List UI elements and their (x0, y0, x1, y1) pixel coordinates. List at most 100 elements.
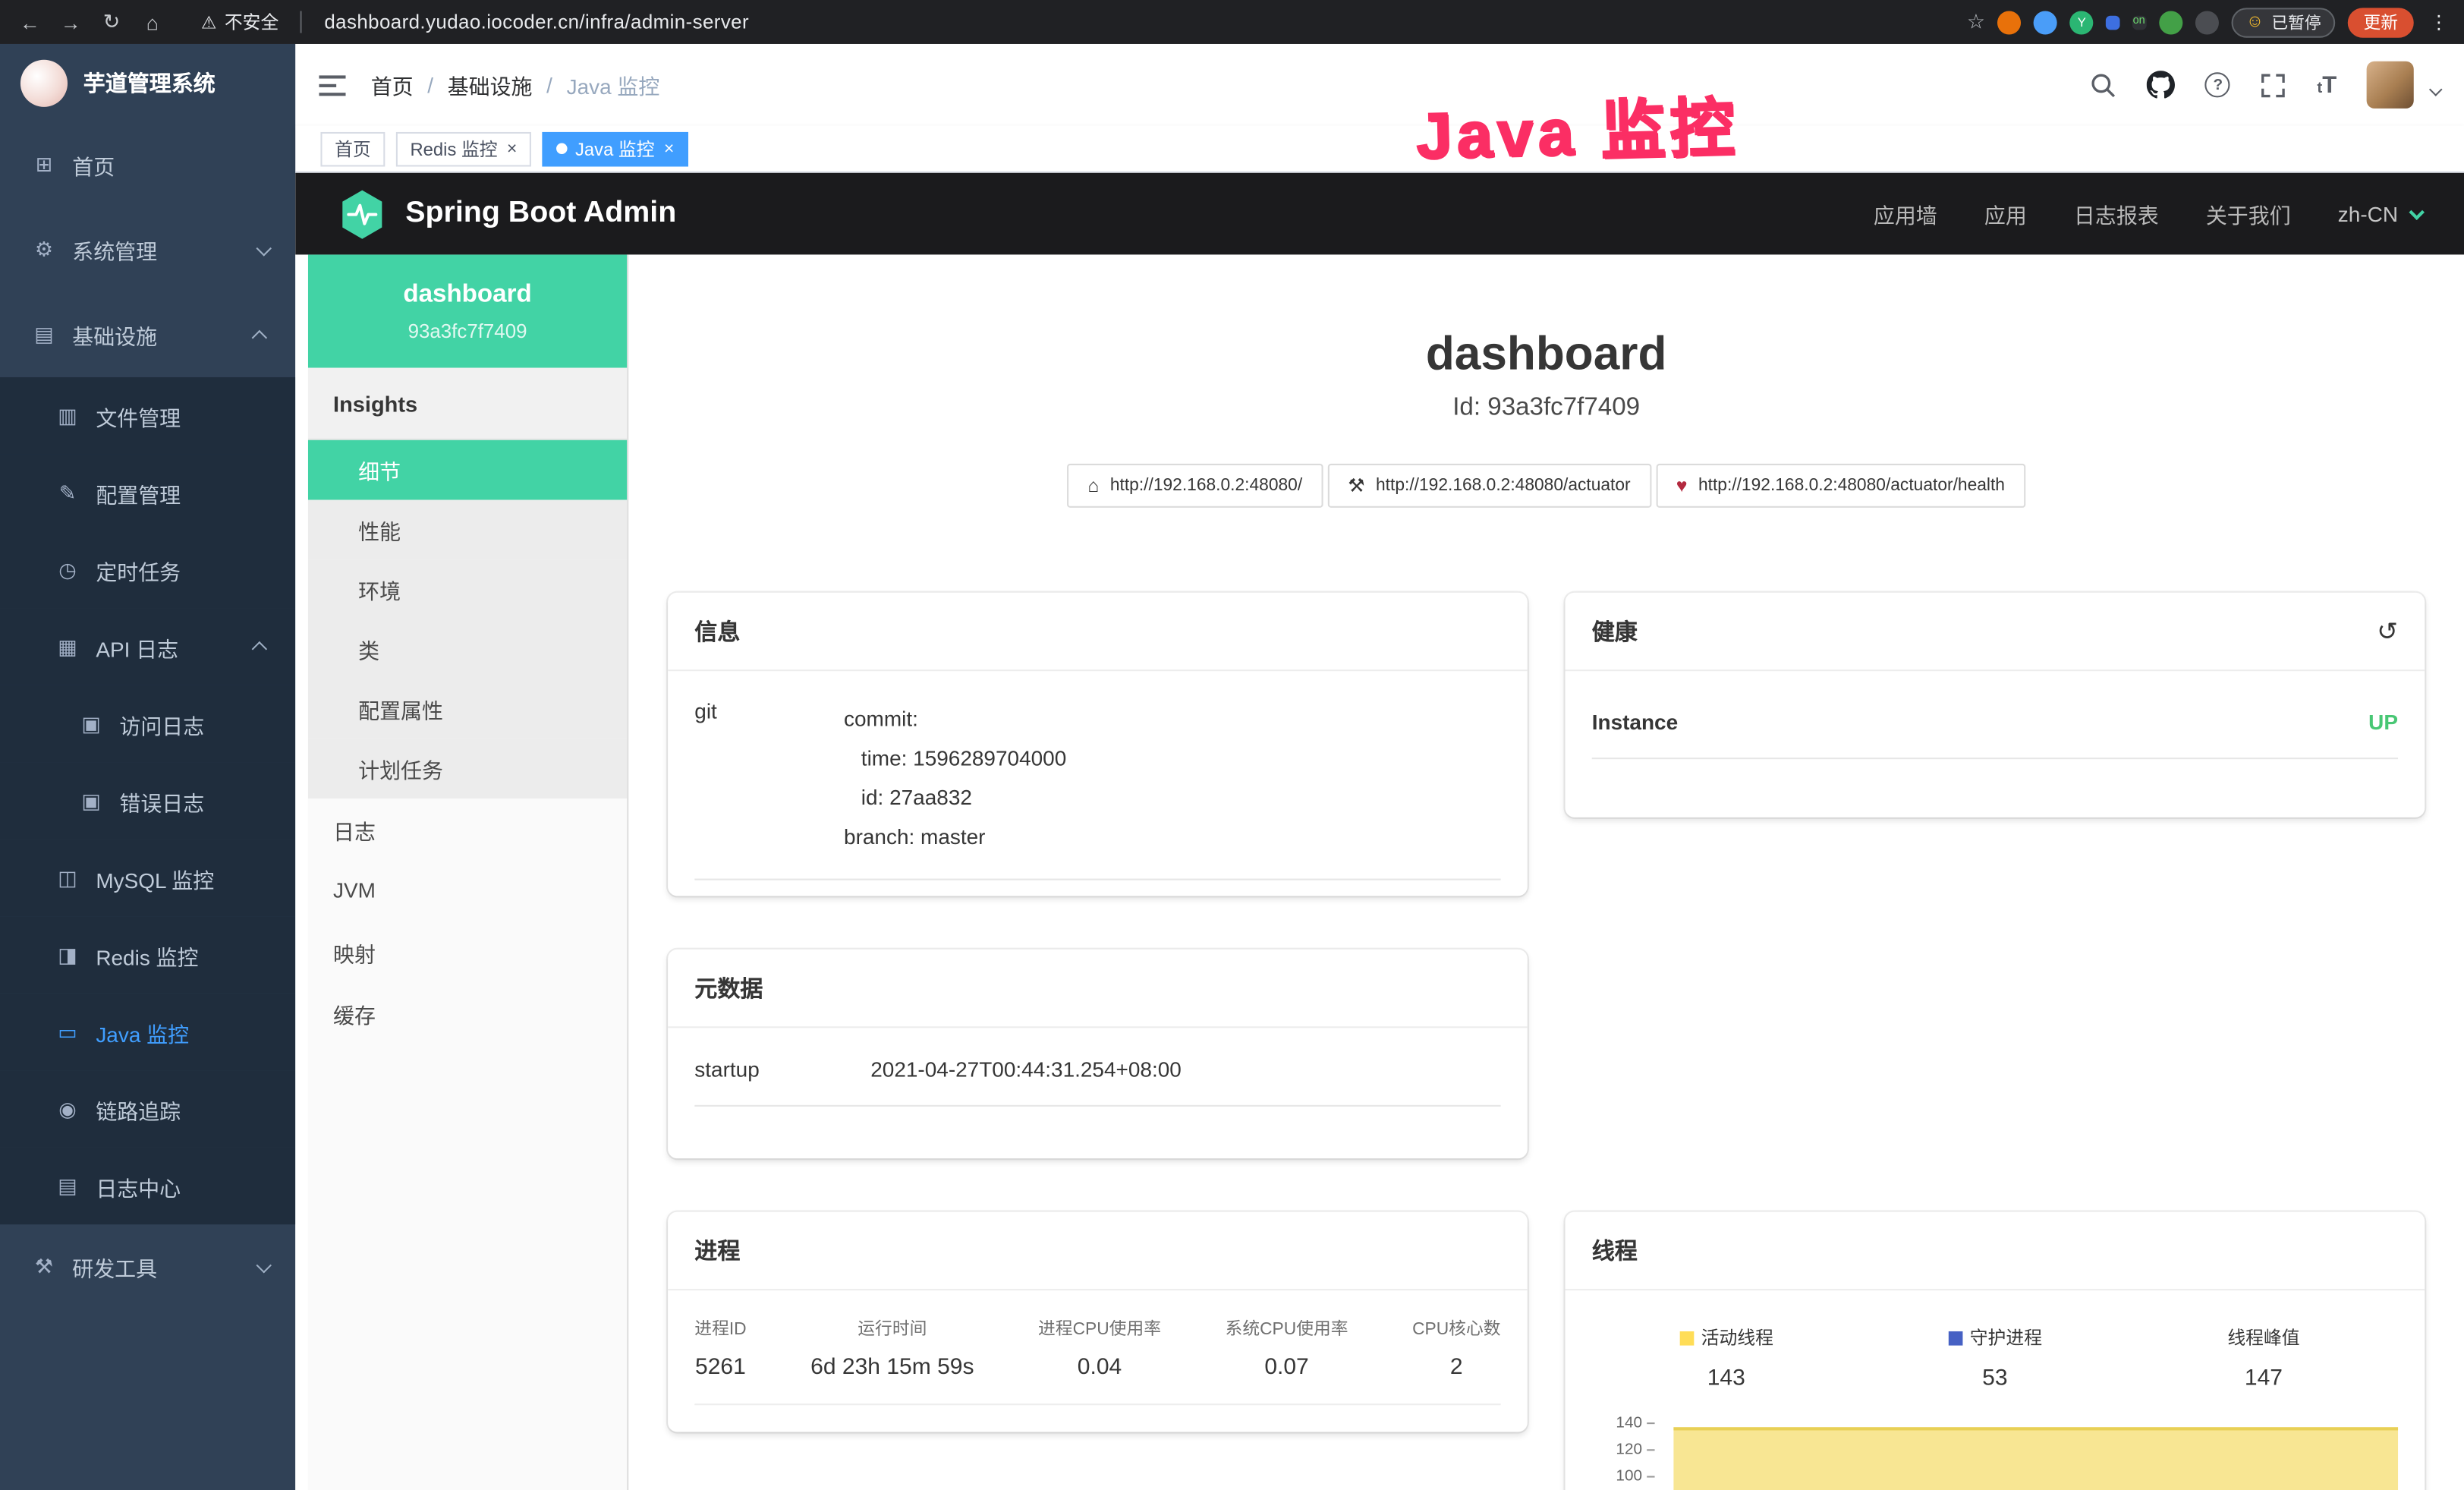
file-icon: ▥ (55, 403, 80, 428)
bookmark-star-icon[interactable]: ☆ (1967, 9, 1985, 34)
address-url[interactable]: dashboard.yudao.iocoder.cn/infra/admin-s… (324, 11, 749, 33)
table-row[interactable]: Instance UP (1592, 690, 2398, 759)
sba-item-environment[interactable]: 环境 (308, 559, 627, 619)
sba-nav-about[interactable]: 关于我们 (2206, 198, 2291, 229)
sba-instance-block[interactable]: dashboard 93a3fc7f7409 (308, 254, 627, 367)
sba-section-insights[interactable]: Insights (308, 368, 627, 440)
sba-item-classes[interactable]: 类 (308, 619, 627, 679)
sidebar-item-mysql-monitor[interactable]: ◫ MySQL 监控 (0, 840, 295, 916)
tab-java-monitor[interactable]: Java 监控 × (543, 131, 688, 166)
search-icon[interactable] (2091, 71, 2117, 98)
breadcrumb-item-home[interactable]: 首页 (371, 69, 414, 100)
chevron-down-icon (256, 240, 271, 255)
card-body: git commit: time: 1596289704000 id: 27aa… (668, 671, 1528, 896)
tab-redis-monitor[interactable]: Redis 监控 × (396, 131, 531, 166)
hamburger-icon[interactable] (319, 73, 345, 96)
extension-icon-switch[interactable]: on (2133, 15, 2148, 30)
tab-home[interactable]: 首页 (320, 131, 385, 166)
sba-nav-journal[interactable]: 日志报表 (2074, 198, 2159, 229)
screen: ← → ↻ ⌂ ⚠ 不安全 dashboard.yudao.iocoder.cn… (0, 0, 2464, 1490)
fullscreen-icon[interactable] (2261, 71, 2287, 98)
tab-close-icon[interactable]: × (507, 139, 517, 158)
home-icon: ⌂ (1087, 474, 1099, 496)
user-avatar[interactable] (2367, 61, 2414, 109)
breadcrumb-item-infrastructure[interactable]: 基础设施 (448, 69, 533, 100)
extension-icon-yuque[interactable]: Y (2070, 10, 2094, 33)
sidebar-item-infrastructure[interactable]: ▤ 基础设施 (0, 292, 295, 377)
sba-header: Spring Boot Admin 应用墙 应用 日志报表 关于我们 zh-CN (295, 173, 2464, 255)
sidebar-item-label: 系统管理 (72, 235, 157, 266)
locale-label: zh-CN (2338, 202, 2398, 225)
sidebar-item-redis-monitor[interactable]: ◨ Redis 监控 (0, 916, 295, 993)
reload-button[interactable]: ↻ (97, 9, 125, 34)
browser-menu-icon[interactable]: ⋮ (2429, 11, 2448, 33)
sba-nav-wallboard[interactable]: 应用墙 (1874, 198, 1937, 229)
sba-main: dashboard Id: 93a3fc7f7409 ⌂ http://192.… (628, 254, 2464, 1490)
logo-avatar (20, 60, 68, 107)
extension-icon-orange[interactable] (1998, 10, 2022, 33)
github-icon[interactable] (2148, 71, 2176, 99)
font-size-icon[interactable]: tT (2317, 71, 2337, 98)
sidebar-item-api-logs[interactable]: ▦ API 日志 (0, 608, 295, 685)
sidebar-item-java-monitor[interactable]: ▭ Java 监控 (0, 994, 295, 1070)
help-icon[interactable]: ? (2205, 72, 2230, 97)
sba-nav-applications[interactable]: 应用 (1984, 198, 2027, 229)
sba-locale-select[interactable]: zh-CN (2338, 202, 2420, 225)
avatar-caret-icon[interactable] (2429, 83, 2443, 96)
extension-icon-drop[interactable] (2034, 10, 2057, 33)
breadcrumb-item-current: Java 监控 (567, 69, 660, 100)
sba-item-scheduled-tasks[interactable]: 计划任务 (308, 739, 627, 799)
sidebar-item-log-center[interactable]: ▤ 日志中心 (0, 1148, 295, 1224)
browser-home-button[interactable]: ⌂ (138, 10, 166, 33)
sba-item-config-props[interactable]: 配置属性 (308, 679, 627, 739)
heart-icon: ♥ (1676, 474, 1688, 496)
sidebar-item-label: API 日志 (96, 631, 178, 662)
extension-icon-paw[interactable] (2195, 10, 2219, 33)
sba-item-performance[interactable]: 性能 (308, 500, 627, 560)
instance-id: 93a3fc7f7409 (320, 320, 614, 342)
sidebar-item-label: Redis 监控 (96, 939, 198, 970)
instance-home-link[interactable]: ⌂ http://192.168.0.2:48080/ (1067, 464, 1323, 508)
instance-health-link[interactable]: ♥ http://192.168.0.2:48080/actuator/heal… (1656, 464, 2025, 508)
instance-actuator-link[interactable]: ⚒ http://192.168.0.2:48080/actuator (1327, 464, 1651, 508)
metric-pid: 进程ID 5261 (694, 1315, 746, 1380)
profile-avatar-icon: ☺ (2246, 13, 2264, 32)
metric-process-cpu: 进程CPU使用率 0.04 (1038, 1315, 1161, 1380)
sidebar-item-config-management[interactable]: ✎ 配置管理 (0, 454, 295, 531)
security-indicator[interactable]: ⚠ 不安全 (201, 9, 278, 34)
tab-close-icon[interactable]: × (664, 139, 674, 158)
history-icon[interactable]: ↺ (2377, 616, 2398, 647)
extension-icon-leaf[interactable] (2160, 10, 2183, 33)
sidebar-item-tracing[interactable]: ◉ 链路追踪 (0, 1070, 295, 1147)
sba-item-logs[interactable]: 日志 (308, 799, 627, 860)
sidebar-item-file-management[interactable]: ▥ 文件管理 (0, 377, 295, 454)
sba-item-details[interactable]: 细节 (308, 440, 627, 500)
sba-item-jvm[interactable]: JVM (308, 860, 627, 921)
metric-system-cpu: 系统CPU使用率 0.07 (1226, 1315, 1348, 1380)
profile-paused-badge[interactable]: ☺ 已暂停 (2232, 7, 2335, 36)
sba-item-caches[interactable]: 缓存 (308, 982, 627, 1044)
sidebar-item-dev-tools[interactable]: ⚒ 研发工具 (0, 1224, 295, 1309)
sidebar-item-scheduled-jobs[interactable]: ◷ 定时任务 (0, 531, 295, 608)
info-card: 信息 git commit: time: 1596289704000 id: 2 (668, 593, 1528, 896)
legend-peak-threads: 线程峰值 147 (2129, 1325, 2398, 1391)
sba-brand-title[interactable]: Spring Boot Admin (405, 197, 676, 232)
app-logo[interactable]: 芋道管理系统 (0, 44, 295, 123)
table-row: git commit: time: 1596289704000 id: 27aa… (694, 681, 1500, 880)
sidebar-item-label: 首页 (72, 150, 115, 181)
extension-icon-grid[interactable] (2106, 15, 2120, 30)
sidebar-item-system[interactable]: ⚙ 系统管理 (0, 207, 295, 292)
value-line: branch: master (844, 817, 1501, 857)
chrome-update-button[interactable]: 更新 (2348, 7, 2414, 36)
forward-button[interactable]: → (57, 10, 85, 33)
value-line: time: 1596289704000 (844, 739, 1501, 778)
log-icon: ▦ (55, 635, 80, 660)
sba-item-mappings[interactable]: 映射 (308, 921, 627, 982)
table-row: startup 2021-04-27T00:44:31.254+08:00 (694, 1038, 1500, 1107)
back-button[interactable]: ← (16, 10, 44, 33)
sidebar-item-home[interactable]: ⊞ 首页 (0, 123, 295, 208)
sidebar-item-error-logs[interactable]: ▣ 错误日志 (0, 762, 295, 839)
sidebar-item-access-logs[interactable]: ▣ 访问日志 (0, 685, 295, 762)
screenshot-annotation: Java 监控 (1415, 74, 1740, 177)
metric-cpu-cores: CPU核心数 2 (1412, 1315, 1500, 1380)
